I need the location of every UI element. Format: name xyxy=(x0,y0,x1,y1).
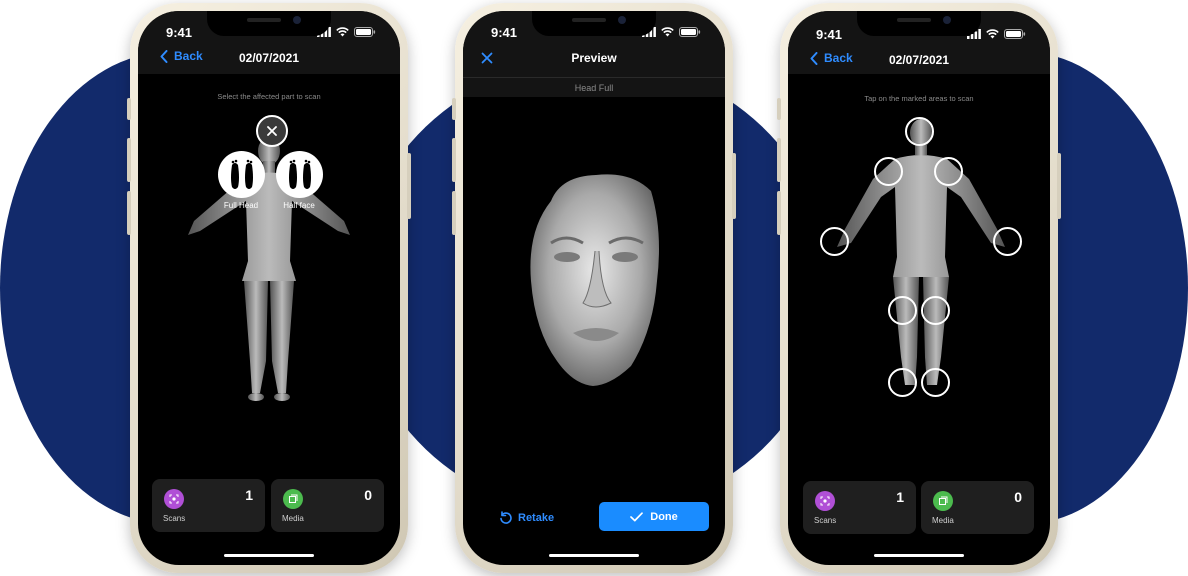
option-full-head[interactable] xyxy=(218,151,265,198)
phone-screen: 9:41 Back 02/07/2021 Select the affected… xyxy=(138,11,400,565)
home-indicator[interactable] xyxy=(549,554,639,557)
marker-right-shoulder[interactable] xyxy=(874,157,903,186)
notch xyxy=(532,11,656,36)
phone-scan-preview: 9:41 Preview Head Full Retake Done xyxy=(452,3,736,573)
showcase-stage: 9:41 Back 02/07/2021 Select the affected… xyxy=(0,0,1188,576)
marker-left-foot[interactable] xyxy=(921,368,950,397)
close-option-button[interactable] xyxy=(256,115,288,147)
option-label: Full Head xyxy=(223,201,259,210)
page-title: Preview xyxy=(571,51,617,65)
page-title: 02/07/2021 xyxy=(238,51,300,65)
scans-label: Scans xyxy=(163,514,186,523)
media-count: 0 xyxy=(364,487,372,503)
marker-head[interactable] xyxy=(905,117,934,146)
done-label: Done xyxy=(650,510,678,523)
nav-bar: Back 02/07/2021 xyxy=(788,51,1050,73)
scans-count: 1 xyxy=(245,487,253,503)
wifi-icon xyxy=(661,27,674,37)
check-icon xyxy=(630,511,644,521)
retake-button[interactable]: Retake xyxy=(499,511,554,524)
marker-left-hand[interactable] xyxy=(993,227,1022,256)
media-label: Media xyxy=(282,514,304,523)
retake-label: Retake xyxy=(518,511,555,524)
marker-left-knee[interactable] xyxy=(921,296,950,325)
media-icon xyxy=(283,489,303,509)
retake-icon xyxy=(500,511,512,524)
status-time: 9:41 xyxy=(166,25,193,40)
feet-icon xyxy=(288,159,311,189)
option-half-face[interactable] xyxy=(276,151,323,198)
scans-card[interactable]: 1 Scans xyxy=(152,479,265,532)
page-title: 02/07/2021 xyxy=(888,53,950,67)
marker-left-shoulder[interactable] xyxy=(934,157,963,186)
battery-icon xyxy=(1004,29,1026,39)
marker-right-knee[interactable] xyxy=(888,296,917,325)
face-scan-model xyxy=(530,174,659,386)
status-time: 9:41 xyxy=(816,27,843,42)
phone-screen: 9:41 Preview Head Full Retake Done xyxy=(463,11,725,565)
phone-screen: 9:41 Back 02/07/2021 Tap on the marked a… xyxy=(788,11,1050,565)
feet-icon xyxy=(230,159,253,189)
media-label: Media xyxy=(932,516,954,525)
scan-subtitle: Head Full xyxy=(574,83,614,93)
scans-count: 1 xyxy=(896,489,904,505)
scans-label: Scans xyxy=(814,516,837,525)
body-model-image xyxy=(188,137,350,401)
home-indicator[interactable] xyxy=(224,554,314,557)
media-card[interactable]: 0 Media xyxy=(921,481,1034,534)
wifi-icon xyxy=(336,27,349,37)
phone-body-markers: 9:41 Back 02/07/2021 Tap on the marked a… xyxy=(777,3,1061,573)
scans-card[interactable]: 1 Scans xyxy=(803,481,916,534)
done-button[interactable]: Done xyxy=(599,502,709,531)
notch xyxy=(207,11,331,36)
option-label: Half face xyxy=(283,201,315,210)
status-time: 9:41 xyxy=(491,25,518,40)
battery-icon xyxy=(679,27,701,37)
wifi-icon xyxy=(986,29,999,39)
instruction-text: Select the affected part to scan xyxy=(217,92,321,101)
scan-icon xyxy=(164,489,184,509)
media-count: 0 xyxy=(1014,489,1022,505)
close-icon xyxy=(267,126,277,136)
marker-right-foot[interactable] xyxy=(888,368,917,397)
media-card[interactable]: 0 Media xyxy=(271,479,384,532)
nav-bar: Back 02/07/2021 xyxy=(138,49,400,71)
phone-body-selection: 9:41 Back 02/07/2021 Select the affected… xyxy=(127,3,411,573)
home-indicator[interactable] xyxy=(874,554,964,557)
scan-icon xyxy=(815,491,835,511)
marker-right-hand[interactable] xyxy=(820,227,849,256)
battery-icon xyxy=(354,27,376,37)
notch xyxy=(857,11,981,36)
body-model-image xyxy=(837,119,1005,385)
instruction-text: Tap on the marked areas to scan xyxy=(864,94,974,103)
media-icon xyxy=(933,491,953,511)
nav-bar: Preview xyxy=(463,49,725,71)
